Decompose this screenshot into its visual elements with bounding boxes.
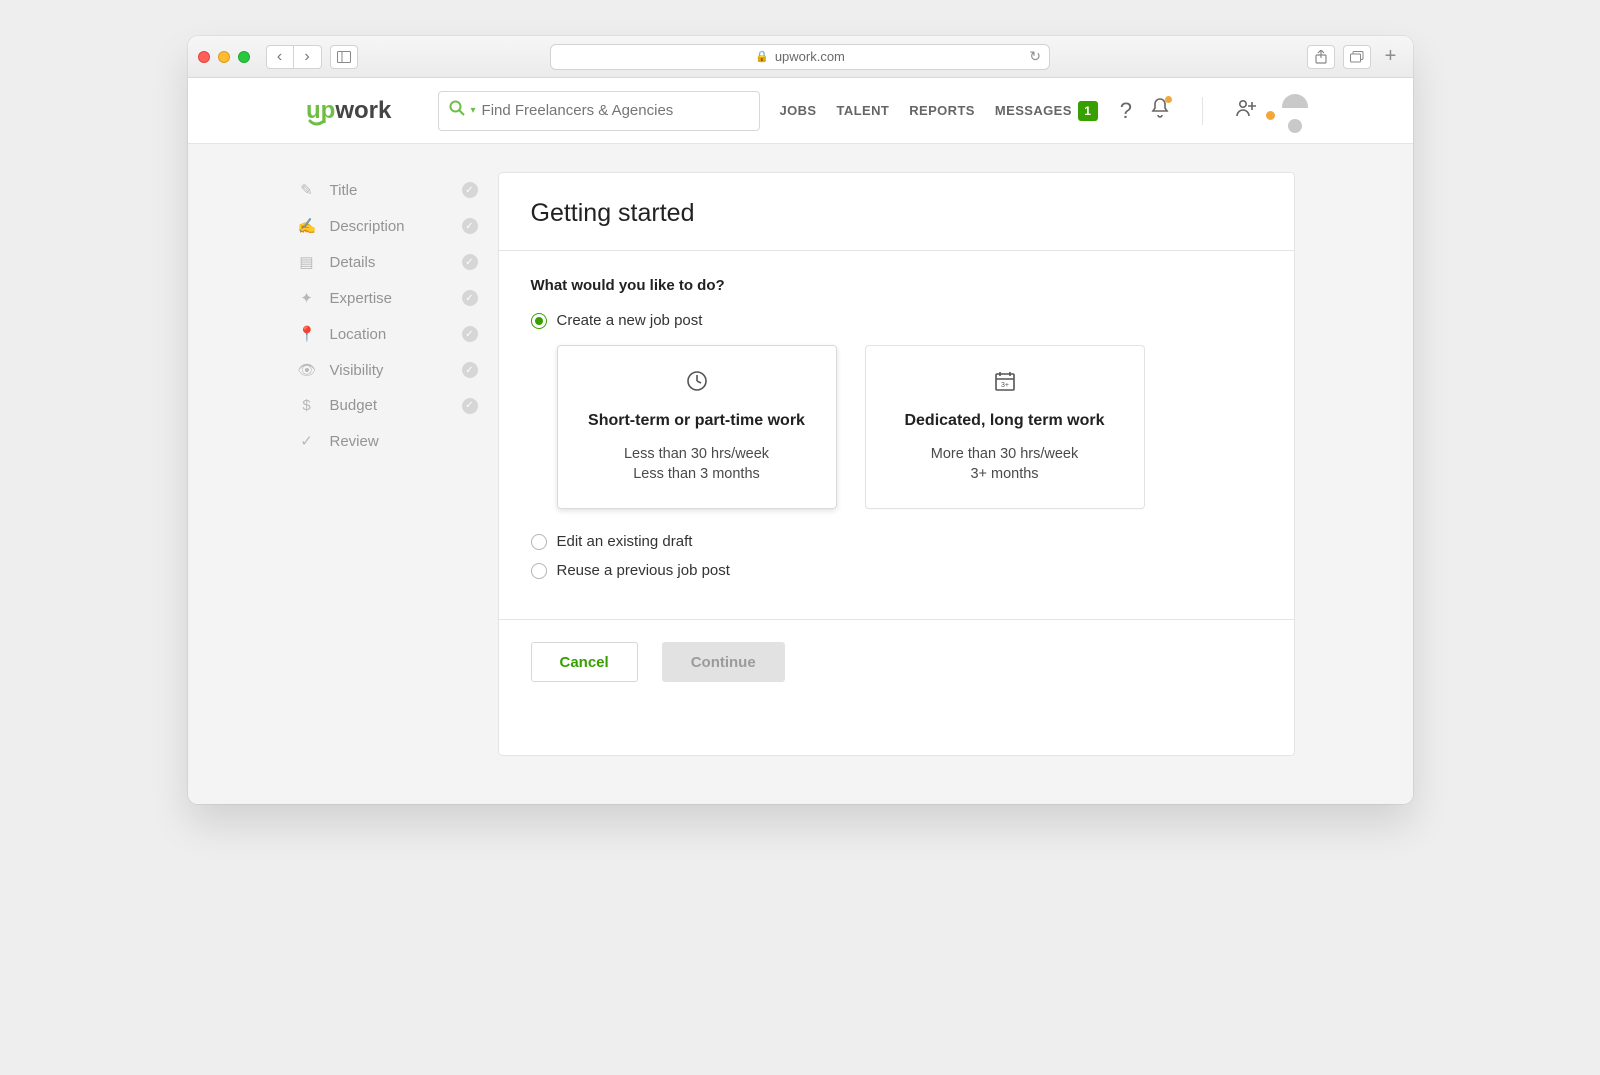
step-title[interactable]: ✎ Title ✓	[298, 172, 498, 208]
check-icon: ✓	[462, 254, 478, 270]
radio-edit-draft[interactable]: Edit an existing draft	[531, 533, 1262, 550]
nav-reports[interactable]: REPORTS	[909, 103, 975, 118]
option-short-term[interactable]: Short-term or part-time work Less than 3…	[557, 345, 837, 509]
check-icon: ✓	[298, 432, 316, 450]
question-label: What would you like to do?	[531, 277, 1262, 294]
option-line: Less than 3 months	[576, 466, 818, 482]
eye-icon: 👁	[298, 361, 316, 379]
nav-messages[interactable]: MESSAGES 1	[995, 101, 1098, 121]
address-bar[interactable]: 🔒 upwork.com ↻	[550, 44, 1050, 70]
calendar-icon: 3+	[884, 370, 1126, 398]
option-cards: Short-term or part-time work Less than 3…	[557, 345, 1262, 509]
steps-sidebar: ✎ Title ✓ ✍ Description ✓ ▤ Details ✓ ✦ …	[188, 172, 498, 756]
card-body: What would you like to do? Create a new …	[499, 251, 1294, 619]
dollar-icon: $	[298, 397, 316, 414]
step-label: Description	[330, 218, 405, 235]
nav-links: JOBS TALENT REPORTS MESSAGES 1	[780, 101, 1098, 121]
nav-messages-label: MESSAGES	[995, 103, 1072, 118]
add-team-icon[interactable]	[1235, 98, 1257, 124]
window-zoom-button[interactable]	[238, 51, 250, 63]
sidebar-toggle-button[interactable]	[330, 45, 358, 69]
edit-icon: ✍	[298, 217, 316, 235]
option-title: Short-term or part-time work	[576, 412, 818, 430]
clock-icon	[576, 370, 818, 398]
nav-jobs[interactable]: JOBS	[780, 103, 817, 118]
radio-label: Create a new job post	[557, 312, 703, 329]
back-button[interactable]: ‹	[266, 45, 294, 69]
help-icon[interactable]: ?	[1120, 98, 1132, 124]
address-bar-url: upwork.com	[775, 49, 845, 64]
reload-icon[interactable]: ↻	[1029, 48, 1041, 65]
nav-icons: ?	[1120, 97, 1275, 125]
option-line: 3+ months	[884, 466, 1126, 482]
step-label: Budget	[330, 397, 378, 414]
search-input[interactable]	[482, 102, 749, 119]
option-long-term[interactable]: 3+ Dedicated, long term work More than 3…	[865, 345, 1145, 509]
step-label: Details	[330, 254, 376, 271]
nav-buttons: ‹ ›	[266, 45, 322, 69]
list-icon: ▤	[298, 253, 316, 271]
forward-button[interactable]: ›	[294, 45, 322, 69]
card-footer: Cancel Continue	[499, 619, 1294, 704]
main-card: Getting started What would you like to d…	[498, 172, 1295, 756]
page-title: Getting started	[531, 199, 1262, 228]
upwork-logo[interactable]: upwork	[306, 96, 414, 126]
check-icon: ✓	[462, 290, 478, 306]
sparkle-icon: ✦	[298, 289, 316, 307]
step-label: Visibility	[330, 362, 384, 379]
radio-reuse-post[interactable]: Reuse a previous job post	[531, 562, 1262, 579]
check-icon: ✓	[462, 326, 478, 342]
lock-icon: 🔒	[755, 50, 769, 63]
top-navigation: upwork ▾ JOBS TALENT REPORTS MESSAGES 1 …	[188, 78, 1413, 144]
traffic-lights	[198, 51, 250, 63]
browser-window: ‹ › 🔒 upwork.com ↻ + upwork	[188, 36, 1413, 804]
nav-talent[interactable]: TALENT	[837, 103, 890, 118]
option-line: Less than 30 hrs/week	[576, 446, 818, 462]
svg-text:upwork: upwork	[306, 97, 392, 124]
chevron-down-icon[interactable]: ▾	[471, 105, 476, 116]
cancel-button[interactable]: Cancel	[531, 642, 638, 682]
step-location[interactable]: 📍 Location ✓	[298, 316, 498, 352]
messages-badge: 1	[1078, 101, 1098, 121]
step-description[interactable]: ✍ Description ✓	[298, 208, 498, 244]
step-visibility[interactable]: 👁 Visibility ✓	[298, 352, 498, 388]
step-label: Location	[330, 326, 387, 343]
browser-chrome: ‹ › 🔒 upwork.com ↻ +	[188, 36, 1413, 78]
step-label: Expertise	[330, 290, 393, 307]
check-icon: ✓	[462, 398, 478, 414]
radio-create[interactable]: Create a new job post	[531, 312, 1262, 329]
notifications-icon[interactable]	[1150, 97, 1170, 125]
option-line: More than 30 hrs/week	[884, 446, 1126, 462]
step-label: Review	[330, 433, 379, 450]
radio-label: Reuse a previous job post	[557, 562, 730, 579]
window-close-button[interactable]	[198, 51, 210, 63]
divider	[1202, 97, 1203, 125]
svg-text:3+: 3+	[1001, 382, 1009, 389]
radio-icon	[531, 534, 547, 550]
step-label: Title	[330, 182, 358, 199]
avatar-status-dot	[1266, 111, 1275, 120]
step-budget[interactable]: $ Budget ✓	[298, 388, 498, 423]
new-tab-button[interactable]: +	[1379, 45, 1403, 68]
window-minimize-button[interactable]	[218, 51, 230, 63]
card-header: Getting started	[499, 173, 1294, 251]
search-box[interactable]: ▾	[438, 91, 760, 131]
share-button[interactable]	[1307, 45, 1335, 69]
pencil-icon: ✎	[298, 181, 316, 199]
check-icon: ✓	[462, 218, 478, 234]
check-icon: ✓	[462, 362, 478, 378]
tabs-button[interactable]	[1343, 45, 1371, 69]
pin-icon: 📍	[298, 325, 316, 343]
continue-button[interactable]: Continue	[662, 642, 785, 682]
option-title: Dedicated, long term work	[884, 412, 1126, 430]
page-body: ✎ Title ✓ ✍ Description ✓ ▤ Details ✓ ✦ …	[188, 144, 1413, 804]
step-expertise[interactable]: ✦ Expertise ✓	[298, 280, 498, 316]
search-icon	[449, 100, 465, 121]
step-details[interactable]: ▤ Details ✓	[298, 244, 498, 280]
step-review[interactable]: ✓ Review	[298, 423, 498, 459]
radio-icon	[531, 563, 547, 579]
check-icon: ✓	[462, 182, 478, 198]
radio-icon	[531, 313, 547, 329]
radio-label: Edit an existing draft	[557, 533, 693, 550]
